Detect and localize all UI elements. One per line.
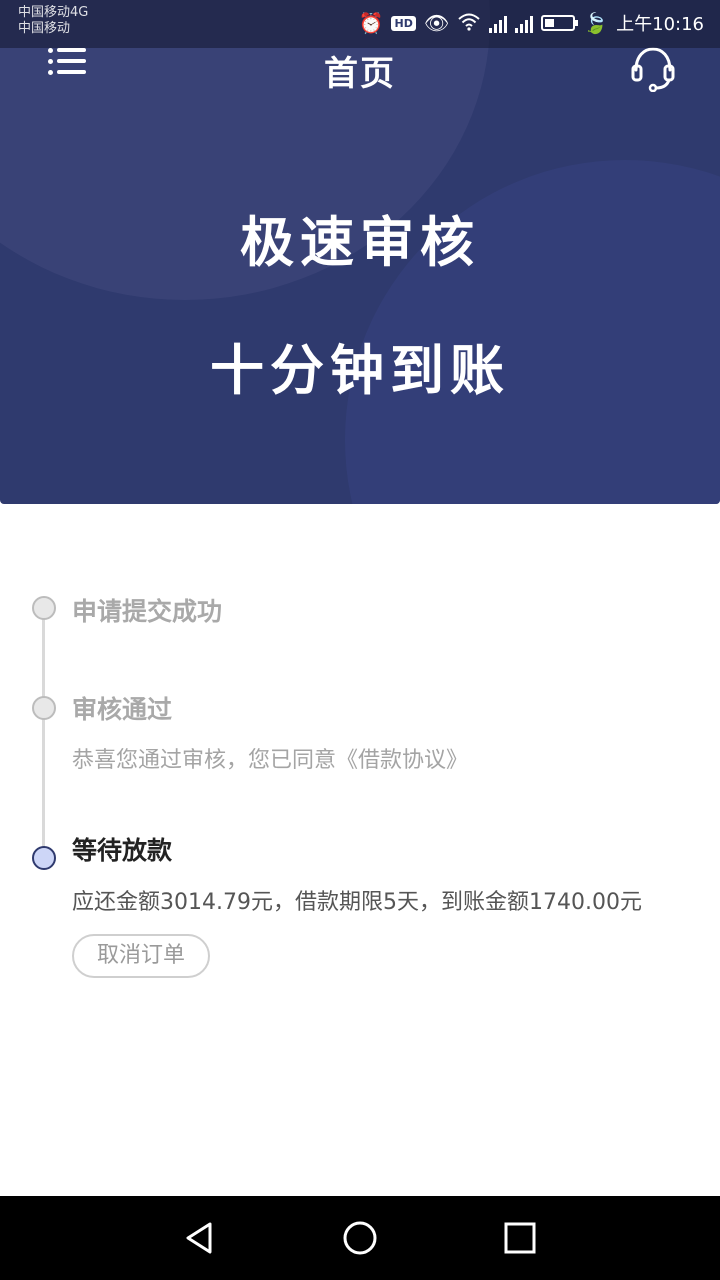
- slogan-ten-minutes: 十分钟到账: [210, 339, 510, 402]
- system-nav-bar: [0, 1196, 720, 1280]
- carrier-secondary: 中国移动: [18, 21, 71, 36]
- step-title-approved: 审核通过: [72, 695, 173, 724]
- signal-4g-icon: [489, 13, 508, 33]
- signal-e-icon: [515, 13, 534, 33]
- wifi-icon: [457, 11, 481, 36]
- cancel-order-button[interactable]: 取消订单: [72, 934, 210, 978]
- status-bar: 中国移动4G 中国移动 ⏰ HD 👁 🍃 上午10:16: [0, 0, 720, 48]
- header-banner: 首页 极速审核 十分钟到账 中国移动4G 中国移动 ⏰ HD �: [0, 0, 720, 504]
- eye-icon: 👁: [423, 11, 450, 35]
- back-icon[interactable]: [180, 1218, 220, 1258]
- timeline-line: [42, 610, 45, 854]
- headset-icon[interactable]: [630, 44, 676, 93]
- step-dot-submitted: [32, 596, 56, 620]
- step-title-awaiting-disbursement: 等待放款: [72, 836, 173, 865]
- status-icons: ⏰ HD 👁 🍃 上午10:16: [359, 10, 704, 36]
- hd-icon: HD: [391, 15, 416, 31]
- page-title: 首页: [324, 54, 396, 94]
- carrier-primary: 中国移动4G: [18, 5, 89, 20]
- recents-icon[interactable]: [500, 1218, 540, 1258]
- step-title-submitted: 申请提交成功: [72, 597, 223, 626]
- home-icon[interactable]: [340, 1218, 380, 1258]
- alarm-icon: ⏰: [358, 11, 384, 35]
- leaf-icon: 🍃: [583, 11, 609, 35]
- slogan-fast-review: 极速审核: [240, 211, 480, 274]
- battery-icon: [541, 15, 579, 31]
- step-desc-loan-summary: 应还金额3014.79元，借款期限5天，到账金额1740.00元: [72, 890, 642, 915]
- carrier-info: 中国移动4G 中国移动: [18, 5, 88, 37]
- step-desc-approved: 恭喜您通过审核，您已同意《借款协议》: [72, 748, 469, 773]
- step-dot-approved: [32, 696, 56, 720]
- screen: 首页 极速审核 十分钟到账 中国移动4G 中国移动 ⏰ HD �: [0, 0, 720, 1280]
- step-dot-awaiting-disbursement: [32, 846, 56, 870]
- status-time: 上午10:16: [616, 14, 704, 35]
- loan-progress-timeline: 申请提交成功 审核通过 恭喜您通过审核，您已同意《借款协议》 等待放款 应还金额…: [0, 504, 720, 1194]
